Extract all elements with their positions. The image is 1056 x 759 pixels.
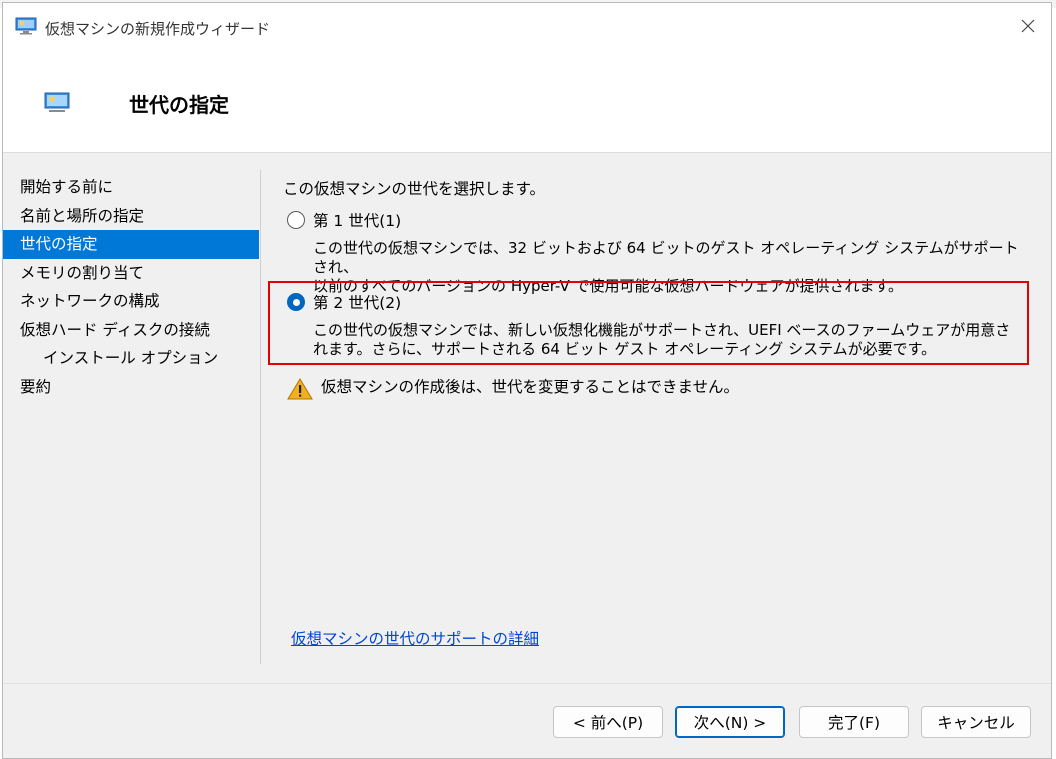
generation-2-description: この世代の仮想マシンでは、新しい仮想化機能がサポートされ、UEFI ベースのファ…	[313, 321, 1033, 359]
page-title: 世代の指定	[129, 93, 229, 117]
intro-text: この仮想マシンの世代を選択します。	[283, 180, 545, 198]
generation-1-description: この世代の仮想マシンでは、32 ビットおよび 64 ビットのゲスト オペレーティ…	[313, 239, 1033, 296]
generation-2-label: 第 2 世代(2)	[313, 294, 402, 312]
wizard-steps-sidebar: 開始する前に 名前と場所の指定 世代の指定 メモリの割り当て ネットワークの構成…	[3, 173, 259, 401]
step-name-and-location[interactable]: 名前と場所の指定	[3, 202, 259, 231]
close-button[interactable]	[1005, 3, 1051, 49]
generation-1-desc-line2: 以前のすべてのバージョンの Hyper-V で使用可能な仮想ハードウェアが提供さ…	[313, 277, 903, 295]
cancel-button[interactable]: キャンセル	[921, 706, 1031, 738]
step-before-you-begin[interactable]: 開始する前に	[3, 173, 259, 202]
generation-1-desc-line1: この世代の仮想マシンでは、32 ビットおよび 64 ビットのゲスト オペレーティ…	[313, 239, 1019, 276]
warning-icon	[287, 378, 313, 400]
generation-1-label: 第 1 世代(1)	[313, 212, 402, 230]
step-specify-generation[interactable]: 世代の指定	[3, 230, 259, 259]
generation-2-radio[interactable]	[287, 293, 305, 311]
next-button[interactable]: 次へ(N) >	[675, 706, 785, 738]
vm-monitor-icon	[15, 17, 37, 35]
generation-support-link[interactable]: 仮想マシンの世代のサポートの詳細	[291, 627, 539, 649]
generation-2-option[interactable]: 第 2 世代(2)	[287, 291, 401, 313]
finish-button[interactable]: 完了(F)	[799, 706, 909, 738]
step-configure-networking[interactable]: ネットワークの構成	[3, 287, 259, 316]
window-title: 仮想マシンの新規作成ウィザード	[45, 20, 271, 38]
title-bar: 仮想マシンの新規作成ウィザード	[3, 3, 1051, 49]
generation-2-desc-line2: れます。さらに、サポートされる 64 ビット ゲスト オペレーティング システム…	[313, 340, 937, 358]
step-assign-memory[interactable]: メモリの割り当て	[3, 259, 259, 288]
warning-text: 仮想マシンの作成後は、世代を変更することはできません。	[321, 378, 740, 396]
footer-divider	[3, 683, 1051, 684]
generation-2-desc-line1: この世代の仮想マシンでは、新しい仮想化機能がサポートされ、UEFI ベースのファ…	[313, 321, 1011, 339]
step-connect-virtual-hard-disk[interactable]: 仮想ハード ディスクの接続	[3, 316, 259, 345]
vm-monitor-icon	[44, 92, 70, 112]
vertical-divider	[260, 170, 261, 664]
wizard-header: 世代の指定	[3, 49, 1051, 153]
prev-button[interactable]: < 前へ(P)	[553, 706, 663, 738]
wizard-window: 仮想マシンの新規作成ウィザード 世代の指定 開始する前に 名前と場所の指定 世代…	[2, 2, 1052, 759]
step-installation-options[interactable]: インストール オプション	[3, 344, 259, 373]
step-summary[interactable]: 要約	[3, 373, 259, 402]
generation-1-option[interactable]: 第 1 世代(1)	[287, 209, 401, 231]
close-icon	[1021, 19, 1035, 33]
warning-message: 仮想マシンの作成後は、世代を変更することはできません。	[287, 371, 739, 401]
generation-1-radio[interactable]	[287, 211, 305, 229]
